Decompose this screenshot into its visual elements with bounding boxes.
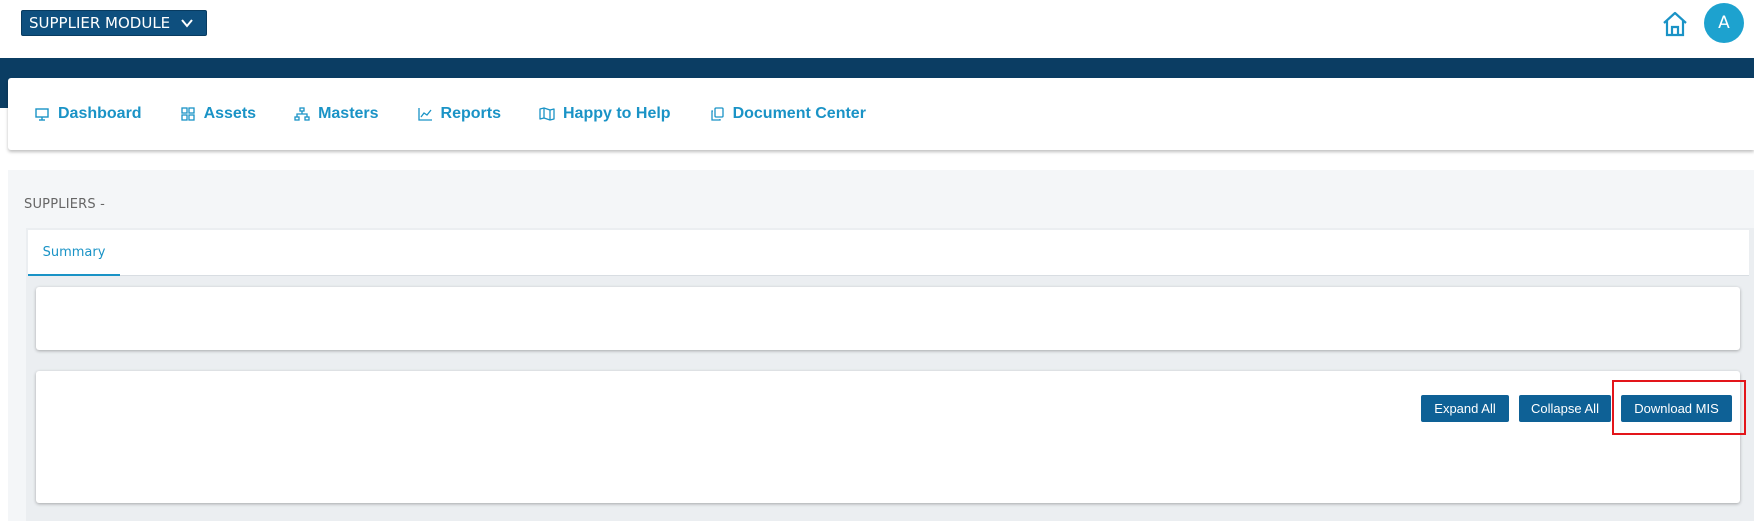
nav-item-label: Dashboard xyxy=(58,105,142,122)
expand-all-button[interactable]: Expand All xyxy=(1421,395,1509,422)
nav-item-reports[interactable]: Reports xyxy=(417,105,501,123)
grid-icon xyxy=(180,107,195,121)
chart-line-icon xyxy=(417,108,432,121)
nav-item-document-center[interactable]: Document Center xyxy=(709,105,866,123)
nav-item-label: Assets xyxy=(203,105,257,122)
copy-icon xyxy=(710,107,724,121)
home-icon[interactable] xyxy=(1661,10,1689,38)
top-bar: SUPPLIER MODULE A xyxy=(0,0,1754,58)
tab-summary[interactable]: Summary xyxy=(28,230,120,276)
nav-item-label: Happy to Help xyxy=(563,105,671,122)
tab-label: Summary xyxy=(42,244,106,260)
main-nav: Dashboard Assets Masters Reports Happy t… xyxy=(8,78,1754,150)
page-title: SUPPLIERS - xyxy=(24,197,106,212)
suppliers-panel: Summary Expand All Collapse All Download… xyxy=(26,228,1754,521)
collapse-all-button[interactable]: Collapse All xyxy=(1519,395,1611,422)
avatar[interactable]: A xyxy=(1704,3,1744,43)
actions-card: Expand All Collapse All Download MIS xyxy=(36,371,1746,503)
chevron-down-icon xyxy=(181,19,193,28)
module-select[interactable]: SUPPLIER MODULE xyxy=(21,10,207,36)
tab-bar: Summary xyxy=(28,230,1749,276)
summary-card xyxy=(36,287,1740,350)
nav-item-label: Reports xyxy=(440,105,501,122)
nav-item-happy-to-help[interactable]: Happy to Help xyxy=(539,105,671,123)
content-area: SUPPLIERS - Summary Expand All Collapse … xyxy=(8,170,1754,521)
monitor-icon xyxy=(35,108,49,121)
sitemap-icon xyxy=(294,107,310,121)
map-icon xyxy=(539,107,555,121)
nav-item-label: Document Center xyxy=(732,105,866,122)
module-select-label: SUPPLIER MODULE xyxy=(29,14,171,32)
avatar-initial: A xyxy=(1718,13,1730,33)
nav-item-assets[interactable]: Assets xyxy=(180,105,256,123)
nav-item-label: Masters xyxy=(318,105,379,122)
nav-item-dashboard[interactable]: Dashboard xyxy=(34,105,142,123)
nav-item-masters[interactable]: Masters xyxy=(294,105,379,123)
download-mis-button[interactable]: Download MIS xyxy=(1621,395,1732,422)
